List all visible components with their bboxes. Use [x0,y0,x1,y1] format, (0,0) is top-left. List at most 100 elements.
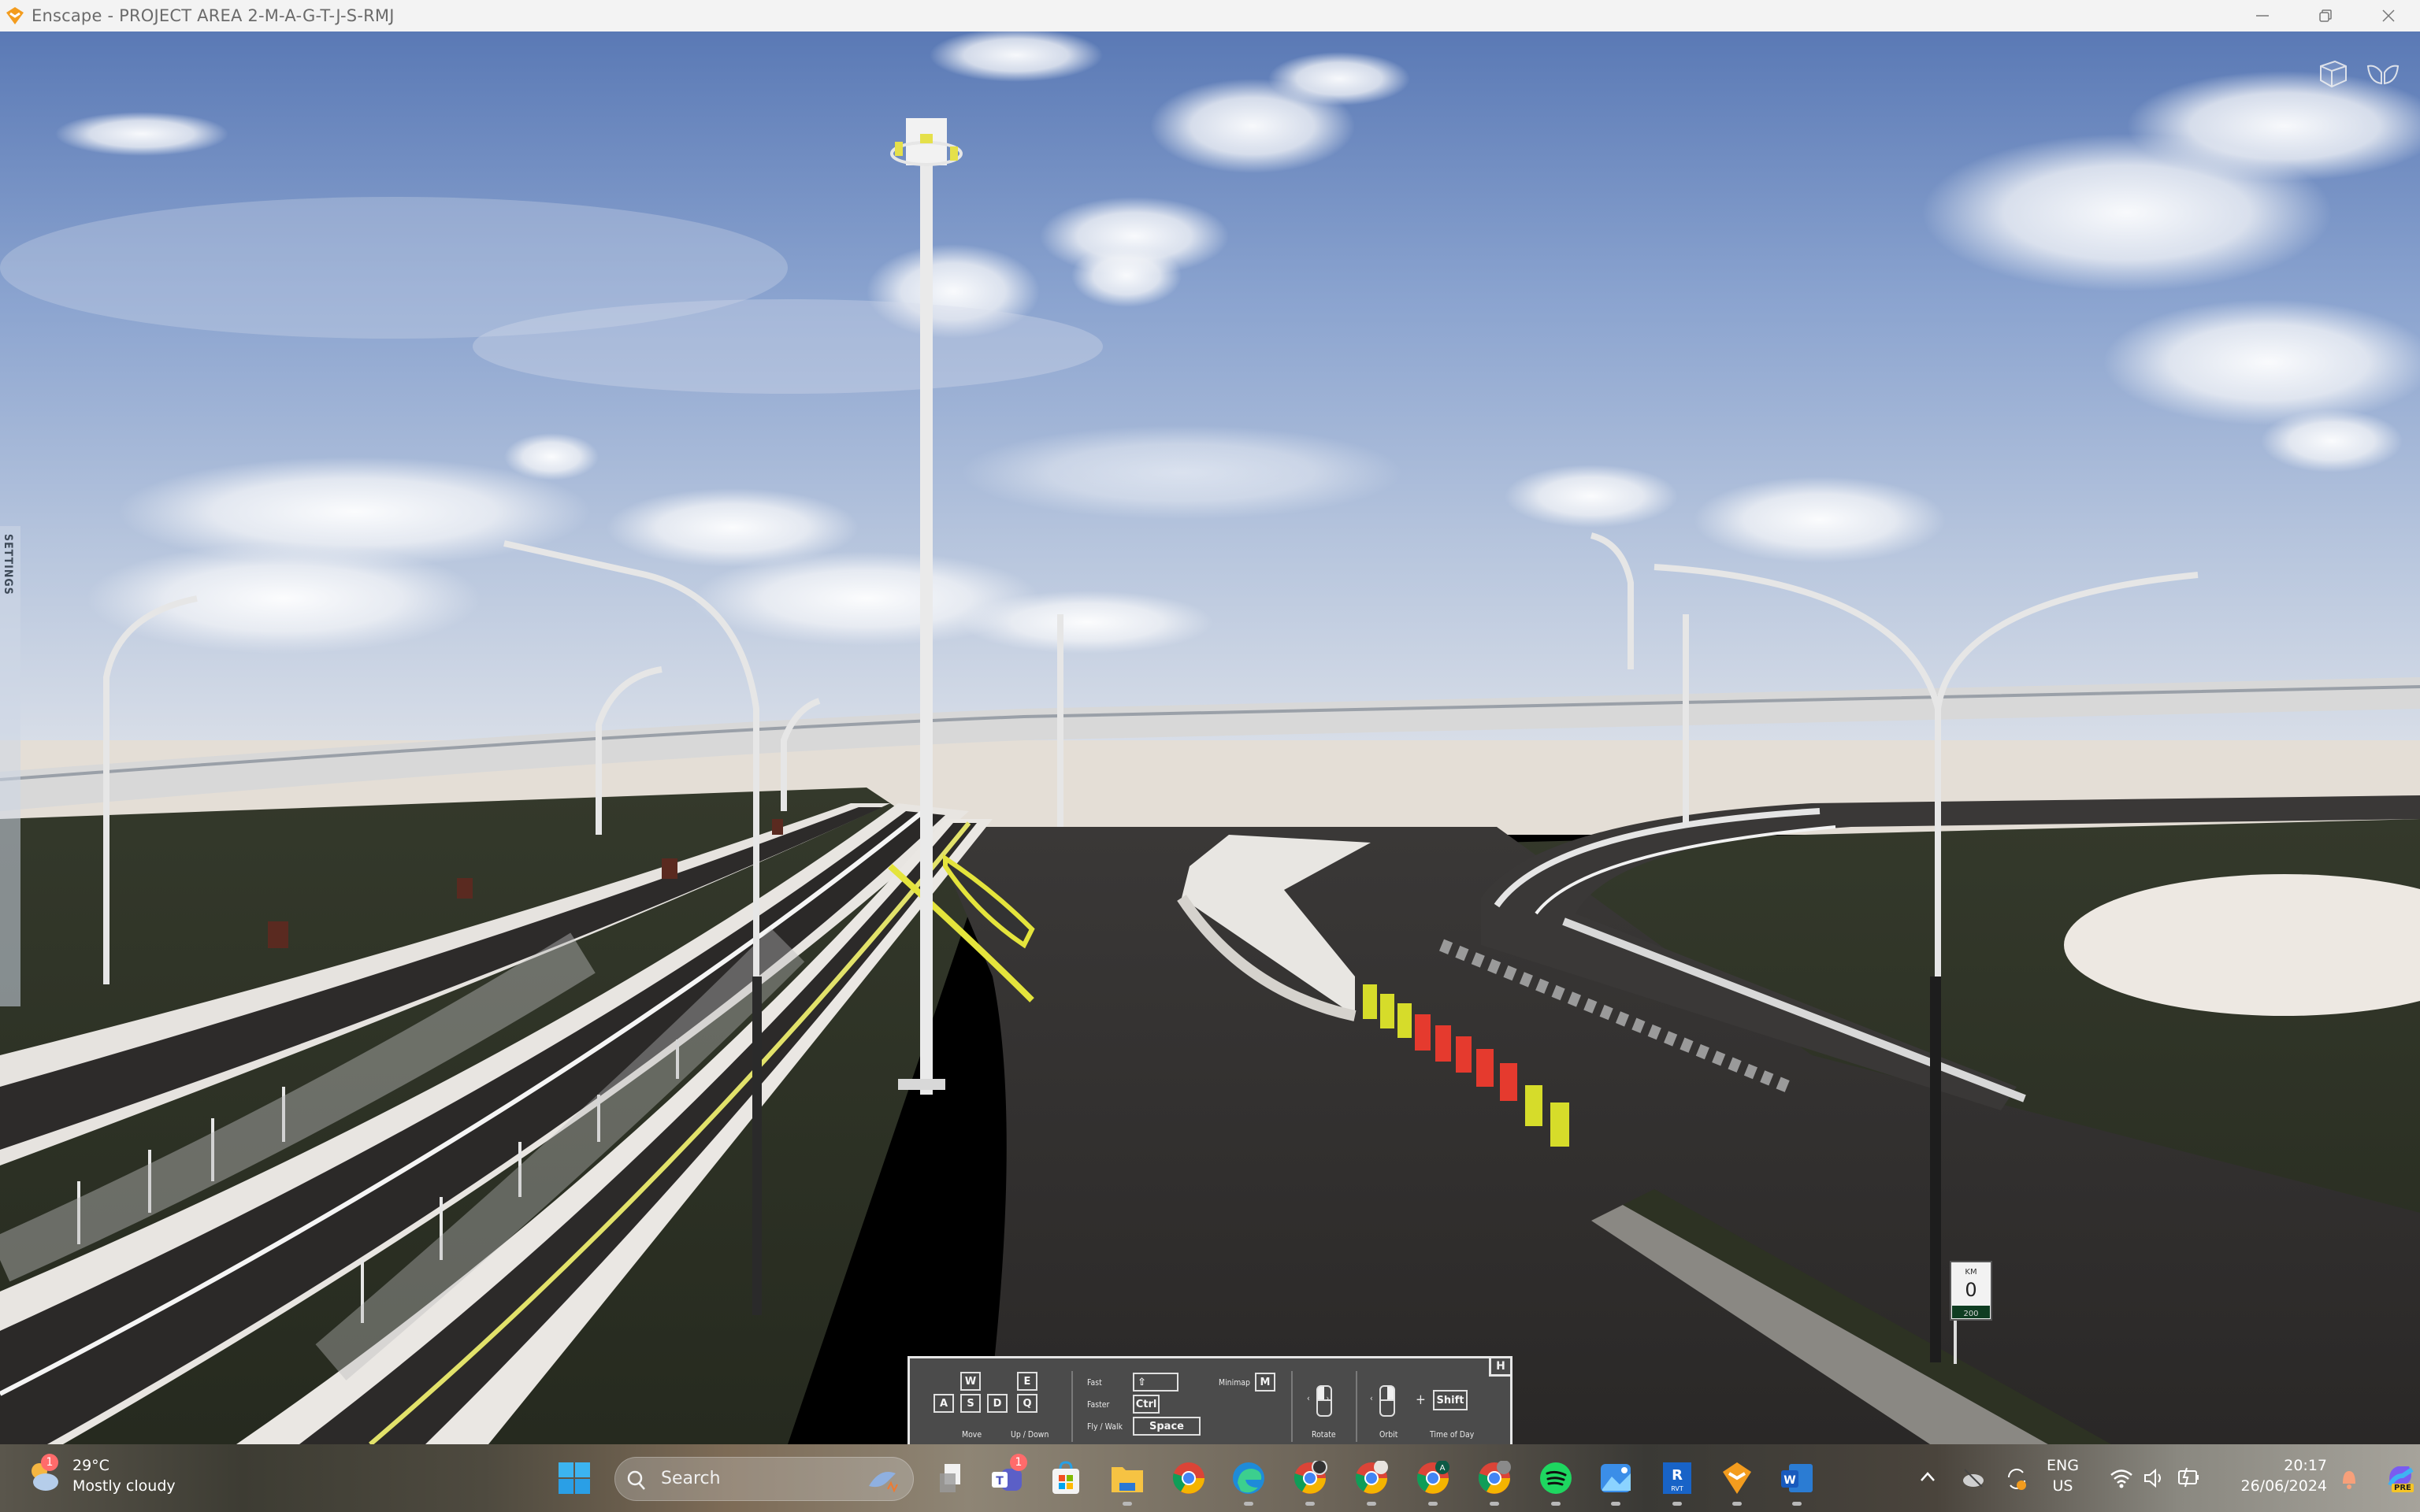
taskbar-app-enscape[interactable] [1717,1458,1757,1506]
clock-time: 20:17 [2284,1457,2327,1474]
spotify-icon [1540,1462,1572,1494]
separator [1071,1371,1073,1442]
title-bar: Enscape - PROJECT AREA 2-M-A-G-T-J-S-RMJ [0,0,2420,32]
volume-icon[interactable] [2143,1468,2166,1488]
minimap-label: Minimap [1219,1377,1250,1388]
taskbar-app-edge[interactable] [1229,1458,1268,1506]
svg-text:T: T [996,1475,1004,1488]
taskbar-app-word[interactable]: W [1777,1458,1817,1506]
running-indicator [1551,1502,1561,1506]
chrome-icon [1478,1461,1511,1494]
taskbar-app-chrome-profile-a[interactable]: A [1413,1458,1453,1506]
copilot-button[interactable]: PRE [2385,1462,2417,1498]
faster-label: Faster [1087,1399,1110,1410]
enscape-icon [1723,1462,1751,1494]
rotate-arrows: ‹ › [1307,1393,1330,1403]
language-line2: US [2052,1477,2073,1495]
km-marker-sub: 200 [1963,1310,1978,1318]
taskbar-app-chrome[interactable] [1169,1458,1208,1498]
taskbar-app-chrome-profile-2[interactable] [1352,1458,1391,1506]
settings-tab[interactable]: SETTINGS [0,526,20,1006]
search-placeholder: Search [661,1469,721,1488]
orbit-label: Orbit [1379,1429,1398,1440]
key-shift-arrow: ⇧ [1133,1373,1178,1392]
weather-badge: 1 [41,1454,58,1471]
key-m: M [1255,1373,1275,1392]
render-viewport[interactable]: KM 0 200 SETTINGS [0,32,2420,1444]
windows-logo-icon [559,1462,590,1494]
highway-interchange-render: KM 0 200 [0,32,2420,1444]
key-w: W [960,1372,981,1391]
start-button[interactable] [558,1462,591,1495]
taskbar-app-chrome-profile-3[interactable] [1475,1458,1514,1506]
taskbar-app-teams[interactable]: T 1 [988,1454,1027,1498]
windows-taskbar: 1 29°C Mostly cloudy Search T 1 A R RVT … [0,1444,2420,1512]
notification-bell-icon[interactable] [2340,1466,2359,1490]
minimize-icon [2256,15,2269,17]
language-indicator[interactable]: ENG US [2047,1455,2079,1496]
running-indicator [1672,1502,1682,1506]
timeofday-label: Time of Day [1430,1429,1475,1440]
navigation-controls-overlay: H W A S D E Q Move Up / Down Fast ⇧ Fast… [908,1356,1512,1444]
close-button[interactable] [2357,0,2420,32]
taskbar-app-chrome-profile-1[interactable] [1290,1458,1330,1506]
battery-charging-icon[interactable] [2177,1466,2201,1488]
weather-widget[interactable]: 1 29°C Mostly cloudy [27,1454,176,1496]
taskbar-app-photos[interactable] [1596,1458,1635,1506]
running-indicator [1367,1502,1376,1506]
chrome-icon [1172,1462,1204,1494]
orbit-plus: + [1416,1392,1426,1408]
running-indicator [1792,1502,1802,1506]
svg-text:R: R [1672,1467,1683,1484]
mostly-cloudy-icon: 1 [27,1454,65,1495]
running-indicator [1428,1502,1438,1506]
move-label: Move [962,1429,982,1440]
search-highlight-fish-icon [869,1472,898,1493]
revit-icon: RRVT [1663,1462,1691,1494]
key-a: A [933,1394,954,1413]
language-line1: ENG [2047,1457,2079,1474]
wifi-icon[interactable] [2110,1468,2133,1488]
key-ctrl: Ctrl [1133,1395,1160,1414]
folder-icon [1112,1467,1143,1492]
key-space: Space [1133,1417,1201,1436]
settings-tab-label: SETTINGS [2,534,14,595]
sync-update-icon[interactable] [2004,1466,2029,1492]
weather-condition: Mostly cloudy [72,1477,176,1495]
key-shift: Shift [1433,1390,1468,1410]
copilot-badge: PRE [2392,1484,2414,1492]
onedrive-offline-icon[interactable] [1962,1468,1985,1488]
km-marker-value: 0 [1965,1279,1976,1301]
fast-label: Fast [1087,1377,1102,1388]
chrome-icon [1355,1461,1388,1494]
window-title: Enscape - PROJECT AREA 2-M-A-G-T-J-S-RMJ [32,6,395,25]
weather-temperature: 29°C [72,1457,109,1474]
chrome-icon: A [1416,1461,1449,1494]
minimize-button[interactable] [2231,0,2294,32]
clock-date: 26/06/2024 [2240,1477,2327,1495]
view-cube-icon[interactable] [2314,55,2351,91]
svg-text:W: W [1783,1474,1795,1487]
search-icon [627,1470,645,1490]
running-indicator [1244,1502,1253,1506]
taskbar-search[interactable]: Search [614,1457,914,1501]
fly-mode-wings-icon[interactable] [2365,55,2401,91]
store-icon [1052,1461,1079,1494]
clock[interactable]: 20:17 26/06/2024 [2240,1455,2327,1496]
edge-icon [1233,1462,1264,1494]
system-tray: ENG US 20:17 26/06/2024 PRE [1914,1444,2420,1512]
key-s: S [960,1394,981,1413]
teams-badge: 1 [1010,1454,1027,1471]
running-indicator [1123,1502,1132,1506]
taskbar-app-spotify[interactable] [1536,1458,1576,1506]
taskbar-app-file-explorer[interactable] [1108,1458,1147,1506]
taskbar-app-revit[interactable]: R RVT [1657,1458,1697,1506]
show-hidden-icons-chevron-icon[interactable] [1919,1469,1936,1484]
running-indicator [1732,1502,1742,1506]
taskbar-app-task-view[interactable] [931,1458,971,1498]
taskbar-app-store[interactable] [1046,1458,1086,1498]
restore-button[interactable] [2294,0,2357,32]
hide-controls-key[interactable]: H [1489,1356,1512,1377]
restore-icon [2319,9,2332,22]
key-d: D [987,1394,1008,1413]
